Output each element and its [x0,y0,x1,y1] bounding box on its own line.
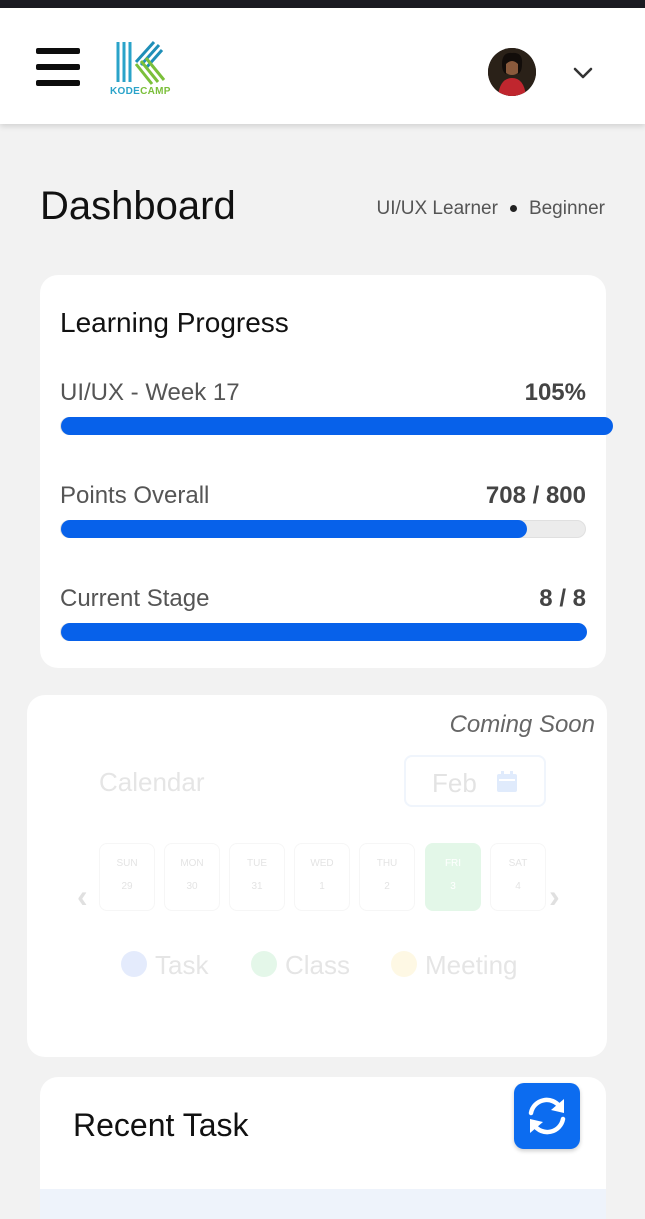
day-thu[interactable]: THU 2 [359,843,415,911]
progress-value-stage: 8 / 8 [539,585,586,612]
progress-fill-points [61,520,527,538]
day-tue[interactable]: TUE 31 [229,843,285,911]
day-sun[interactable]: SUN 29 [99,843,155,911]
refresh-button[interactable] [514,1083,580,1149]
day-wed[interactable]: WED 1 [294,843,350,911]
legend-task: Task [121,950,208,981]
coming-soon-badge: Coming Soon [449,711,595,738]
legend-dot-task [121,951,147,978]
month-label: Feb [432,768,477,798]
progress-value-week: 105% [524,379,586,406]
legend-meeting: Meeting [391,950,518,981]
progress-bar-week [60,417,613,435]
card-title: Learning Progress [60,307,289,338]
legend-dot-class [251,951,277,978]
progress-label-stage: Current Stage [60,585,210,612]
day-sat[interactable]: SAT 4 [490,843,546,911]
chevron-down-icon[interactable] [570,60,596,86]
legend-class: Class [251,950,350,981]
user-avatar[interactable] [488,48,536,96]
progress-value-points: 708 / 800 [485,482,586,509]
recent-task-card: Recent Task [40,1077,606,1219]
status-strip [0,0,645,8]
progress-label-points: Points Overall [60,482,210,509]
learner-role: UI/UX Learner [376,198,498,219]
recent-task-title: Recent Task [73,1107,249,1143]
separator-dot [509,205,517,213]
progress-fill-week [61,417,613,435]
day-mon[interactable]: MON 30 [164,843,220,911]
day-fri-selected[interactable]: FRI 3 [425,843,481,911]
progress-label-week: UI/UX - Week 17 [60,379,240,406]
page-title: Dashboard [40,184,236,228]
learner-level: Beginner [528,198,605,219]
refresh-icon [528,1097,566,1135]
month-picker[interactable]: Feb [404,755,546,807]
recent-task-list [40,1189,606,1219]
app-header: KODECAMP [0,8,645,124]
progress-bar-stage [60,623,587,641]
calendar-title: Calendar [99,767,205,797]
learner-track: UI/UX Learner Beginner [376,198,605,220]
calendar-card: Coming Soon Calendar Feb ‹ › SUN 29 MON 30… [27,695,607,1057]
chevron-left-icon[interactable]: ‹ [77,878,88,915]
chevron-right-icon[interactable]: › [549,878,560,915]
menu-icon[interactable] [36,48,80,86]
logo-wordmark: KODECAMP [110,86,171,97]
learning-progress-card: Learning Progress UI/UX - Week 17 105% P… [40,275,613,668]
progress-bar-points [60,520,586,538]
calendar-icon [497,771,517,792]
legend-dot-meeting [391,951,417,978]
progress-fill-stage [61,623,587,641]
